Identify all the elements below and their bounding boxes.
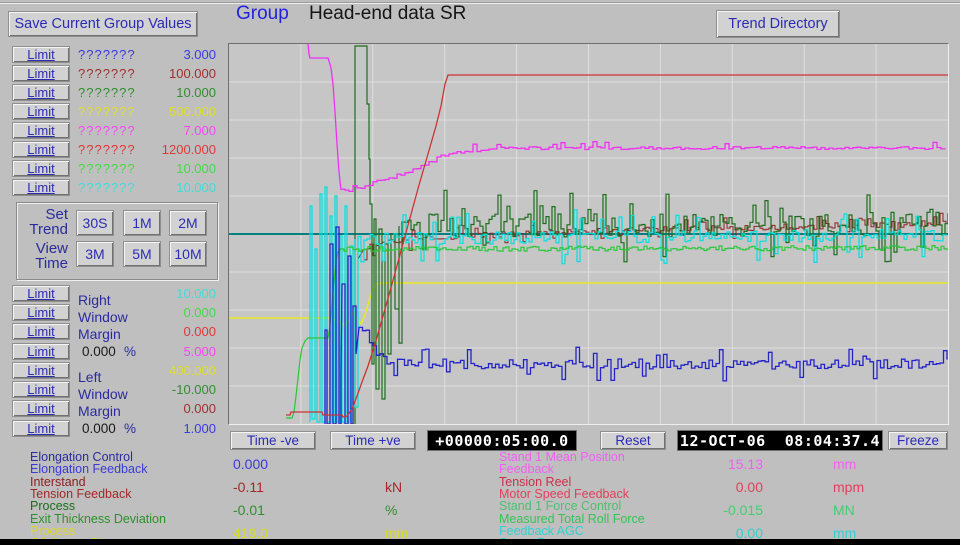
trend-view-time-label-line: Trend [18,221,68,238]
channel-unit: MN [833,502,855,518]
trend-time-button-3m[interactable]: 3M [76,241,114,267]
time-minus-button[interactable]: Time -ve [230,431,316,450]
limit-value: 3.000 [110,46,216,63]
limit-value: 10.000 [110,285,216,302]
bottom-bar [0,539,960,545]
limit-button[interactable]: Limit [12,400,70,417]
channel-value: -0.01 [233,502,265,518]
elapsed-time-display: +00000:05:00.0 [427,430,577,451]
channel-unit: mpm [833,479,864,495]
trace-elongation-feedback [325,227,947,424]
limit-value: 10.000 [110,84,216,101]
limit-value: 0.000 [110,304,216,321]
trend-chart-canvas [229,44,948,424]
limit-button[interactable]: Limit [12,160,70,177]
trend-time-button-2m[interactable]: 2M [169,210,207,236]
freeze-button[interactable]: Freeze [888,431,948,450]
reset-button[interactable]: Reset [600,431,666,450]
trace-screw-posn [310,187,946,422]
trend-display-screen: Save Current Group Values Group Head-end… [0,0,960,545]
limit-button[interactable]: Limit [12,46,70,63]
channel-unit: mm [833,456,856,472]
limit-button[interactable]: Limit [12,304,70,321]
limit-value: 0.000 [110,323,216,340]
limit-value: 10.000 [110,179,216,196]
channel-unit: % [385,502,397,518]
trace-stand-1-mean-position-feedback [308,44,945,191]
limit-button[interactable]: Limit [12,84,70,101]
group-label: Group [236,3,289,25]
channel-value: 0.00 [695,479,763,495]
trend-view-time-label-line: Time [18,255,68,272]
limit-value: 1.000 [110,420,216,437]
trend-time-button-30s[interactable]: 30S [76,210,114,236]
limit-button[interactable]: Limit [12,65,70,82]
limit-value: 1200.000 [110,141,216,158]
limit-value: 100.000 [110,65,216,82]
margin-label-line: Right [78,292,111,308]
limit-button[interactable]: Limit [12,381,70,398]
limit-value: 5.000 [110,343,216,360]
channel-value: 0.000 [233,456,268,472]
limit-button[interactable]: Limit [12,285,70,302]
limit-value: 400.000 [110,362,216,379]
trend-chart [228,43,949,425]
limit-button[interactable]: Limit [12,122,70,139]
top-divider [0,2,960,4]
trend-directory-button[interactable]: Trend Directory [716,10,840,38]
limit-value: 500.000 [110,103,216,120]
limit-button[interactable]: Limit [12,343,70,360]
channel-value: -0.015 [695,502,763,518]
channel-value: 15.13 [695,456,763,472]
limit-button[interactable]: Limit [12,141,70,158]
limit-value: 10.000 [110,160,216,177]
trend-time-button-5m[interactable]: 5M [123,241,161,267]
trend-time-button-1m[interactable]: 1M [123,210,161,236]
limit-button[interactable]: Limit [12,420,70,437]
limit-button[interactable]: Limit [12,103,70,120]
limit-button[interactable]: Limit [12,179,70,196]
save-current-group-values-button[interactable]: Save Current Group Values [8,11,198,37]
time-plus-button[interactable]: Time +ve [330,431,416,450]
limit-value: -10.000 [110,381,216,398]
channel-unit: kN [385,479,402,495]
limit-button[interactable]: Limit [12,362,70,379]
trend-time-button-10m[interactable]: 10M [169,241,207,267]
limit-value: 0.000 [110,400,216,417]
group-title: Head-end data SR [309,3,466,25]
margin-label-line: Left [78,369,101,385]
limit-button[interactable]: Limit [12,323,70,340]
limit-value: 7.000 [110,122,216,139]
channel-value: -0.11 [233,479,264,495]
datetime-display: 12-OCT-06 08:04:37.4 [677,430,883,451]
